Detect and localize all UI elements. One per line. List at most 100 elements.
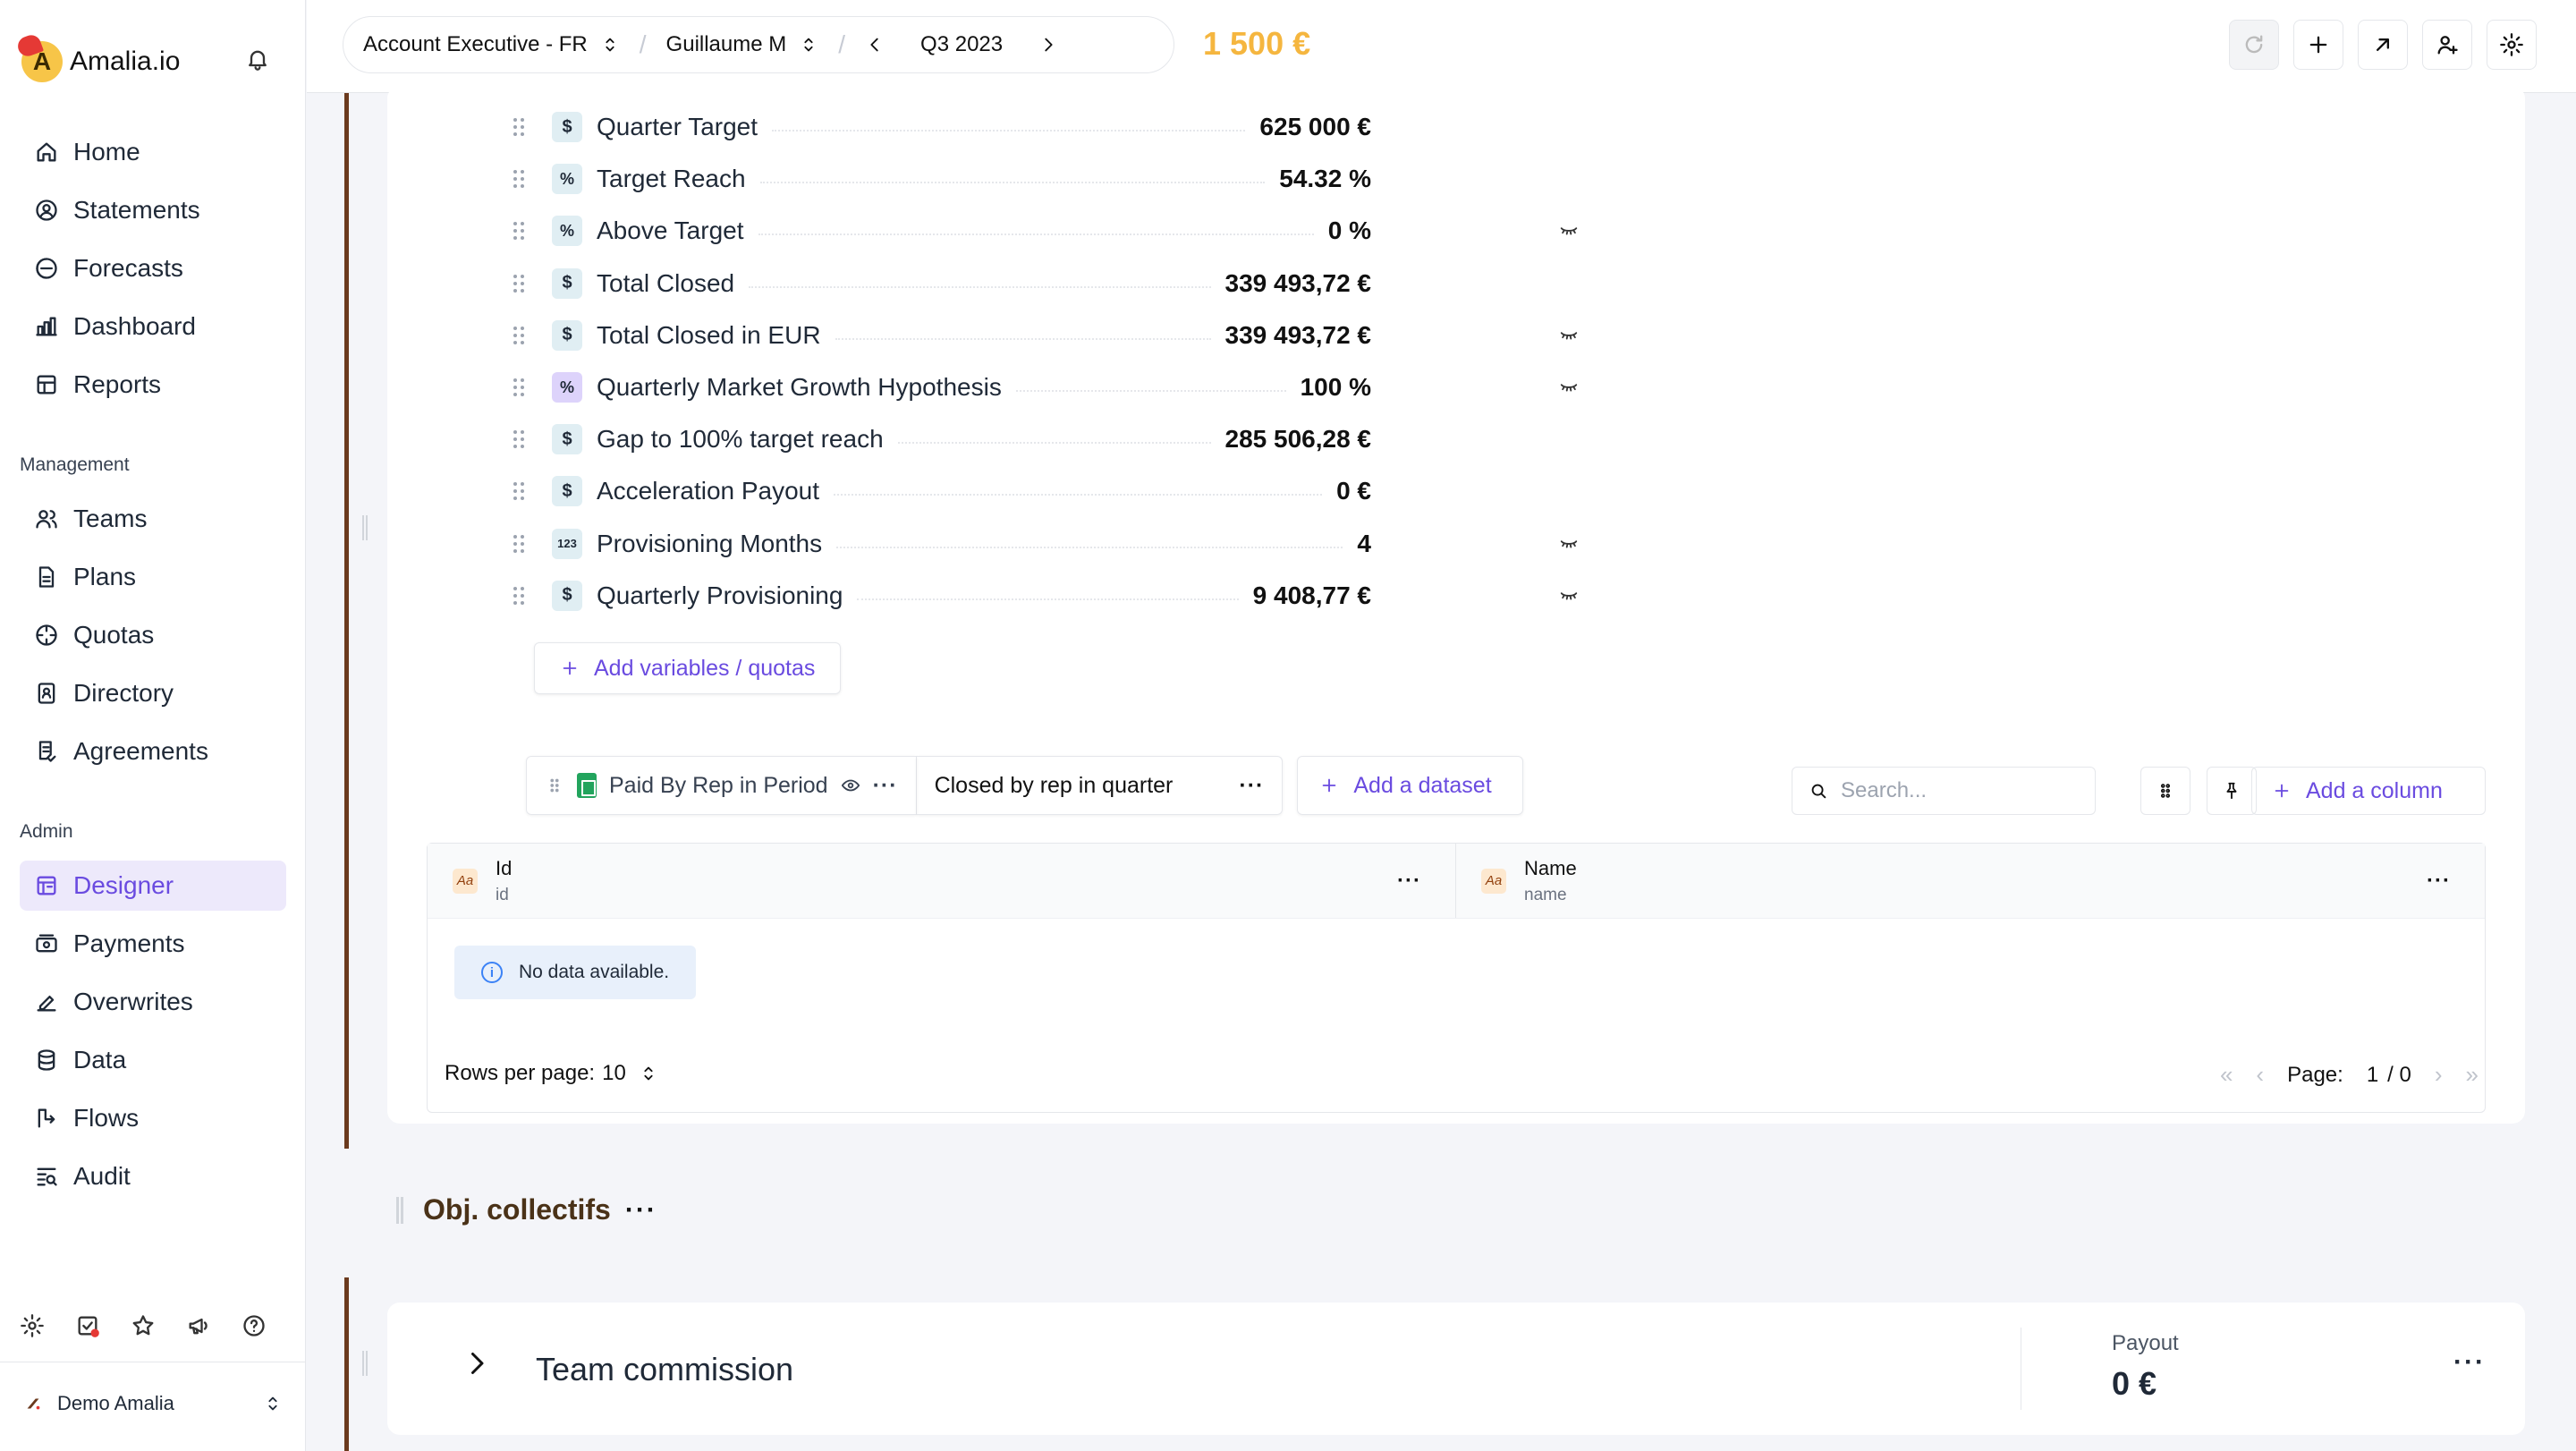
- sidebar-item-plans[interactable]: Plans: [20, 552, 286, 602]
- eye-closed-icon[interactable]: [1559, 585, 1579, 605]
- prev-page-icon[interactable]: ‹: [2256, 1061, 2264, 1089]
- more-icon[interactable]: ···: [1397, 869, 1421, 894]
- logo-mark: A: [21, 41, 63, 82]
- search-input[interactable]: Search...: [1792, 767, 2096, 815]
- target-icon: [36, 624, 57, 646]
- user-selector[interactable]: Guillaume M: [647, 32, 839, 57]
- sidebar-item-agreements[interactable]: Agreements: [20, 726, 286, 776]
- variable-row[interactable]: % Above Target 0 %: [513, 213, 1988, 249]
- add-variables-button[interactable]: Add variables / quotas: [534, 642, 842, 694]
- variable-row[interactable]: $ Quarterly Provisioning 9 408,77 €: [513, 578, 1988, 614]
- org-switcher[interactable]: Demo Amalia: [23, 1392, 283, 1415]
- document-icon: [38, 566, 55, 588]
- eye-closed-icon[interactable]: [1559, 533, 1579, 553]
- eye-icon[interactable]: [841, 776, 860, 795]
- drag-handle-icon[interactable]: [513, 116, 525, 138]
- variable-row[interactable]: $ Gap to 100% target reach 285 506,28 €: [513, 421, 1988, 457]
- drag-handle-icon[interactable]: [513, 377, 525, 398]
- help-icon[interactable]: [242, 1313, 267, 1338]
- open-button[interactable]: [2358, 20, 2408, 70]
- drag-handle-icon[interactable]: [513, 429, 525, 450]
- star-icon[interactable]: [131, 1313, 156, 1338]
- settings-button[interactable]: [2487, 20, 2537, 70]
- variable-row[interactable]: 123 Provisioning Months 4: [513, 526, 1988, 562]
- rows-label: Rows per page:: [445, 1061, 596, 1085]
- refresh-button[interactable]: [2229, 20, 2279, 70]
- sidebar-item-home[interactable]: Home: [20, 127, 286, 177]
- sidebar-item-directory[interactable]: Directory: [20, 668, 286, 718]
- period-label[interactable]: Q3 2023: [920, 32, 1003, 57]
- rows-per-page[interactable]: Rows per page: 10: [445, 1061, 658, 1086]
- sidebar-item-data[interactable]: Data: [20, 1035, 286, 1085]
- chevron-right-icon[interactable]: [1038, 35, 1058, 55]
- plan-selector[interactable]: Account Executive - FR: [343, 32, 640, 57]
- more-icon[interactable]: ···: [873, 773, 898, 799]
- sidebar-item-forecasts[interactable]: Forecasts: [20, 243, 286, 293]
- sidebar-item-label: Flows: [73, 1104, 140, 1132]
- more-icon[interactable]: ···: [1239, 773, 1264, 799]
- sidebar-item-designer[interactable]: Designer: [20, 861, 286, 911]
- pin-button[interactable]: [2207, 767, 2257, 815]
- drag-handle-icon[interactable]: [396, 1196, 403, 1224]
- first-page-icon[interactable]: «: [2220, 1061, 2233, 1089]
- variable-row[interactable]: $ Total Closed in EUR 339 493,72 €: [513, 318, 1988, 353]
- tab-dataset-paid-by-rep[interactable]: Paid By Rep in Period ···: [526, 756, 917, 815]
- resize-handle[interactable]: [362, 515, 368, 540]
- eye-closed-icon[interactable]: [1559, 377, 1579, 396]
- variable-row[interactable]: % Quarterly Market Growth Hypothesis 100 %: [513, 369, 1988, 405]
- add-column-button[interactable]: Add a column: [2251, 767, 2486, 815]
- brand-logo[interactable]: A Amalia.io: [21, 41, 180, 82]
- sidebar-item-quotas[interactable]: Quotas: [20, 610, 286, 660]
- variable-row[interactable]: $ Acceleration Payout 0 €: [513, 473, 1988, 509]
- company-logo-icon: [27, 1398, 40, 1410]
- sidebar-item-dashboard[interactable]: Dashboard: [20, 301, 286, 352]
- variable-value: 9 408,77 €: [1252, 581, 1371, 609]
- variable-row[interactable]: % Target Reach 54.32 %: [513, 161, 1988, 197]
- add-dataset-button[interactable]: Add a dataset: [1297, 756, 1523, 815]
- sidebar-item-audit[interactable]: Audit: [20, 1151, 286, 1201]
- more-icon[interactable]: ···: [625, 1195, 657, 1226]
- page-current[interactable]: 1: [2367, 1063, 2378, 1088]
- info-icon: i: [481, 962, 503, 983]
- sidebar-item-statements[interactable]: Statements: [20, 185, 286, 235]
- settings-icon[interactable]: [20, 1313, 45, 1338]
- eye-closed-icon[interactable]: [1559, 325, 1579, 344]
- sidebar-item-reports[interactable]: Reports: [20, 360, 286, 410]
- chevron-left-icon[interactable]: [865, 35, 885, 55]
- rule-group-header[interactable]: Obj. collectifs ···: [396, 1193, 657, 1226]
- column-header-id[interactable]: Aa Id id ···: [428, 844, 1456, 918]
- add-button[interactable]: [2293, 20, 2343, 70]
- drag-handle-icon[interactable]: [513, 168, 525, 190]
- column-layout-button[interactable]: [2140, 767, 2190, 815]
- next-page-icon[interactable]: ›: [2435, 1061, 2443, 1089]
- more-icon[interactable]: ···: [2427, 869, 2451, 894]
- drag-handle-icon[interactable]: [513, 220, 525, 242]
- eye-closed-icon[interactable]: [1559, 220, 1579, 240]
- team-commission-card[interactable]: Team commission Payout 0 € ···: [387, 1303, 2525, 1435]
- resize-handle[interactable]: [362, 1351, 368, 1376]
- drag-handle-icon[interactable]: [513, 273, 525, 294]
- sidebar-item-teams[interactable]: Teams: [20, 494, 286, 544]
- variable-row[interactable]: $ Quarter Target 625 000 €: [513, 109, 1988, 145]
- tab-dataset-closed-by-rep[interactable]: Closed by rep in quarter ···: [916, 756, 1284, 815]
- more-icon[interactable]: ···: [2453, 1347, 2486, 1378]
- drag-handle-icon[interactable]: [545, 776, 564, 795]
- drag-handle-icon[interactable]: [513, 585, 525, 607]
- variable-type-icon: %: [552, 164, 582, 195]
- sidebar-item-flows[interactable]: Flows: [20, 1093, 286, 1143]
- drag-handle-icon[interactable]: [513, 533, 525, 555]
- drag-handle-icon[interactable]: [513, 325, 525, 346]
- megaphone-icon[interactable]: [186, 1313, 211, 1338]
- bell-icon[interactable]: [245, 47, 270, 72]
- chevron-right-icon[interactable]: [461, 1347, 493, 1379]
- variable-name: Total Closed in EUR: [597, 320, 821, 349]
- column-header-name[interactable]: Aa Name name ···: [1456, 844, 2485, 918]
- sidebar-item-label: Quotas: [73, 621, 155, 649]
- add-user-button[interactable]: [2422, 20, 2472, 70]
- sidebar-item-payments[interactable]: Payments: [20, 919, 286, 969]
- drag-handle-icon[interactable]: [513, 480, 525, 502]
- last-page-icon[interactable]: »: [2466, 1061, 2479, 1089]
- tasks-icon[interactable]: [75, 1313, 100, 1338]
- sidebar-item-overwrites[interactable]: Overwrites: [20, 977, 286, 1027]
- variable-row[interactable]: $ Total Closed 339 493,72 €: [513, 266, 1988, 301]
